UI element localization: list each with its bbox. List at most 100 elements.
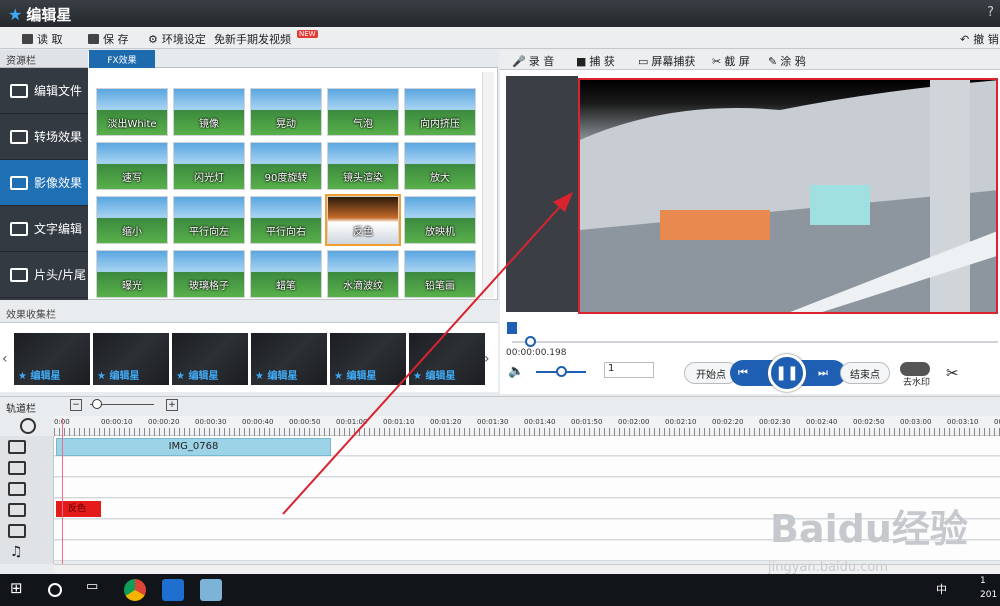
record-button[interactable]: 🎤 录 音	[512, 53, 554, 69]
effect-scrollbar[interactable]	[482, 72, 494, 298]
effect-thumb[interactable]: 气泡	[327, 88, 399, 136]
effect-label: 平行向左	[189, 227, 229, 238]
effect-thumb[interactable]: 90度旋转	[250, 142, 322, 190]
paint-icon[interactable]	[200, 579, 222, 601]
ruler-tick-label: 00:02:00	[618, 418, 650, 426]
video-clip[interactable]: IMG_0768	[56, 438, 331, 456]
pause-button[interactable]: ❚❚	[768, 354, 806, 392]
effect-thumb[interactable]: 曝光	[96, 250, 168, 298]
effect-thumb[interactable]: 玻璃格子	[173, 250, 245, 298]
effect-thumb[interactable]: 平行向左	[173, 196, 245, 244]
ruler-tick-label: 00:01:30	[477, 418, 509, 426]
ruler-tick-label: 00:02:20	[712, 418, 744, 426]
tab-fx[interactable]: FX效果	[89, 50, 155, 68]
scissors-icon: ✂	[712, 54, 722, 68]
skip-back-icon[interactable]: ⏮	[738, 366, 748, 380]
ruler-tick-label: 00:00:30	[195, 418, 227, 426]
undo-button[interactable]: ↶ 撤 销	[960, 31, 999, 47]
zoom-handle[interactable]	[92, 399, 102, 409]
frame-select[interactable]: 1	[604, 362, 654, 378]
ab-transition-icon	[8, 482, 26, 496]
track-row[interactable]	[54, 478, 1000, 498]
sidebar-label: 文字编辑	[34, 222, 83, 236]
effect-track-icon	[8, 503, 26, 517]
read-button[interactable]: 读 取	[22, 31, 63, 47]
effect-thumb[interactable]: 放映机	[404, 196, 476, 244]
seek-bar[interactable]	[512, 341, 998, 343]
favorite-item[interactable]: ★ 编辑星	[251, 333, 327, 385]
chrome-icon[interactable]	[124, 579, 146, 601]
effect-thumb[interactable]: 速写	[96, 142, 168, 190]
favorites-header: 效果收集栏	[0, 306, 498, 322]
ab-icon	[10, 129, 28, 144]
ime-indicator[interactable]: 中	[936, 581, 947, 597]
sidebar-item-edit-file[interactable]: 编辑文件	[0, 68, 88, 114]
watermark-toggle[interactable]	[900, 362, 930, 376]
help-button[interactable]: ?	[987, 5, 994, 20]
sidebar-item-transition[interactable]: 转场效果	[0, 114, 88, 160]
ruler-tick-label: 00:02:10	[665, 418, 697, 426]
effect-label: 放映机	[425, 227, 455, 238]
skip-forward-icon[interactable]: ⏭	[818, 366, 828, 380]
free-video-button[interactable]: 免新手期发视频 NEW	[214, 30, 318, 47]
film-icon	[10, 83, 28, 98]
task-view-icon[interactable]: ▭	[86, 579, 108, 601]
effect-thumb[interactable]: 向内挤压	[404, 88, 476, 136]
title-bar: ★ 编辑星 ?	[0, 0, 1000, 27]
scissors-icon[interactable]: ✂	[946, 364, 959, 382]
seek-start-marker[interactable]	[507, 322, 517, 334]
video-editor-icon[interactable]	[162, 579, 184, 601]
clock-date: 201	[980, 590, 998, 600]
star-icon: ★	[8, 5, 23, 24]
sidebar: 编辑文件 转场效果 影像效果 文字编辑 片头/片尾	[0, 68, 88, 300]
screenshot-label: 截 屏	[724, 55, 750, 68]
effect-thumb[interactable]: 缩小	[96, 196, 168, 244]
save-button[interactable]: 保 存	[88, 31, 129, 47]
effect-thumb[interactable]: 铅笔画	[404, 250, 476, 298]
favorite-item[interactable]: ★ 编辑星	[409, 333, 485, 385]
windows-start-icon[interactable]: ⊞	[10, 579, 32, 601]
sidebar-item-image-effect[interactable]: 影像效果	[0, 160, 88, 206]
effect-label: 向内挤压	[420, 119, 460, 130]
doodle-button[interactable]: ✎ 涂 鸦	[768, 53, 806, 69]
screenshot-button[interactable]: ✂ 截 屏	[712, 53, 750, 69]
audio-mute-icon[interactable]	[8, 461, 26, 475]
effect-thumb[interactable]: 水滴波纹	[327, 250, 399, 298]
effect-thumb[interactable]: 镜头渲染	[327, 142, 399, 190]
screen-capture-button[interactable]: ▭ 屏幕捕获	[638, 53, 695, 69]
effect-thumb[interactable]: 反色	[325, 194, 401, 246]
sidebar-item-intro-outro[interactable]: 片头/片尾	[0, 252, 88, 298]
cortana-icon[interactable]	[48, 583, 62, 597]
music-icon: ♫	[10, 544, 23, 560]
zoom-out-button[interactable]: −	[70, 399, 82, 411]
effect-thumb[interactable]: 镜像	[173, 88, 245, 136]
effect-thumb[interactable]: 放大	[404, 142, 476, 190]
favorite-item[interactable]: ★ 编辑星	[172, 333, 248, 385]
sidebar-item-text-edit[interactable]: 文字编辑	[0, 206, 88, 252]
favorite-item[interactable]: ★ 编辑星	[93, 333, 169, 385]
capture-button[interactable]: ■ 捕 获	[576, 53, 615, 69]
effect-thumb[interactable]: 闪光灯	[173, 142, 245, 190]
chevron-left-icon[interactable]: ‹	[2, 351, 8, 367]
effect-label: 平行向右	[266, 227, 306, 238]
favorite-item[interactable]: ★ 编辑星	[14, 333, 90, 385]
effect-thumb[interactable]: 平行向右	[250, 196, 322, 244]
sidebar-label: 编辑文件	[34, 84, 83, 98]
env-settings-button[interactable]: ⚙ 环境设定	[148, 31, 206, 47]
volume-handle[interactable]	[556, 366, 567, 377]
zoom-in-button[interactable]: +	[166, 399, 178, 411]
end-point-button[interactable]: 结束点	[840, 362, 890, 384]
effect-label: 曝光	[122, 281, 142, 292]
text-icon	[10, 221, 28, 236]
effect-thumb[interactable]: 淡出White	[96, 88, 168, 136]
sidebar-label: 片头/片尾	[34, 268, 87, 282]
playhead[interactable]	[62, 418, 63, 568]
effect-label: 铅笔画	[425, 281, 455, 292]
effect-thumb[interactable]: 蜡笔	[250, 250, 322, 298]
favorite-item[interactable]: ★ 编辑星	[330, 333, 406, 385]
effect-thumb[interactable]: 晃动	[250, 88, 322, 136]
track-row[interactable]	[54, 457, 1000, 477]
volume-icon[interactable]: 🔈	[508, 364, 524, 379]
text-track-icon	[8, 524, 26, 538]
seek-handle[interactable]	[525, 336, 536, 347]
